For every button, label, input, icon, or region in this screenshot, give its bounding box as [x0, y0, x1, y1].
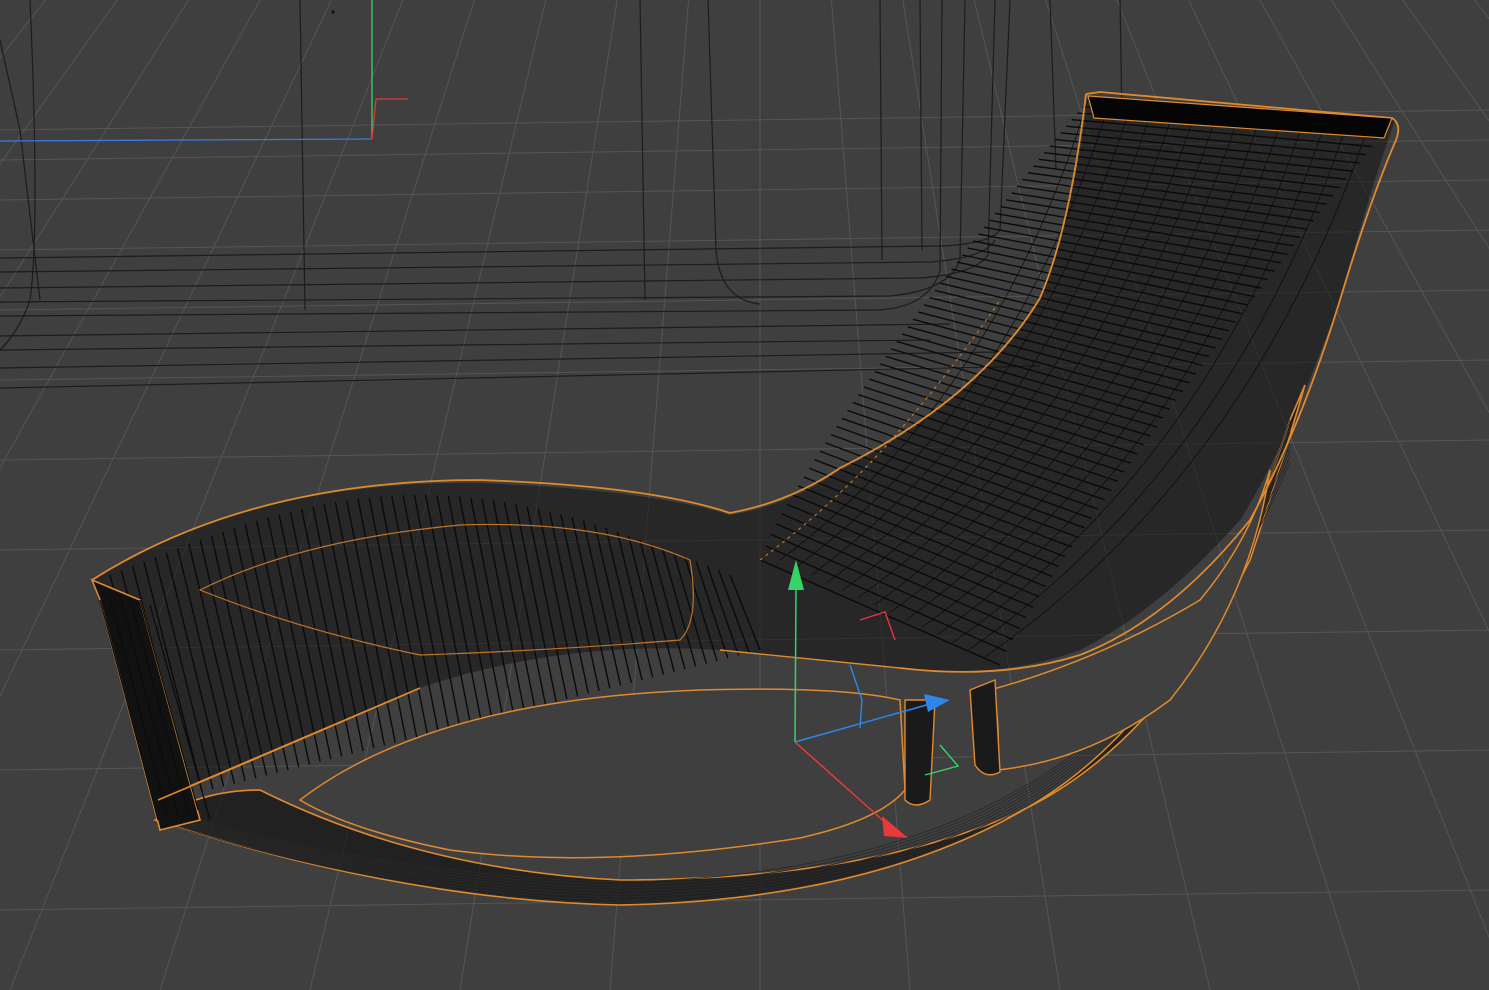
3d-viewport[interactable] — [0, 0, 1489, 990]
gizmo-y-axis-line[interactable] — [794, 589, 797, 743]
center-support — [904, 699, 936, 806]
viewport-canvas[interactable] — [0, 0, 1489, 990]
rear-support — [969, 678, 1001, 776]
